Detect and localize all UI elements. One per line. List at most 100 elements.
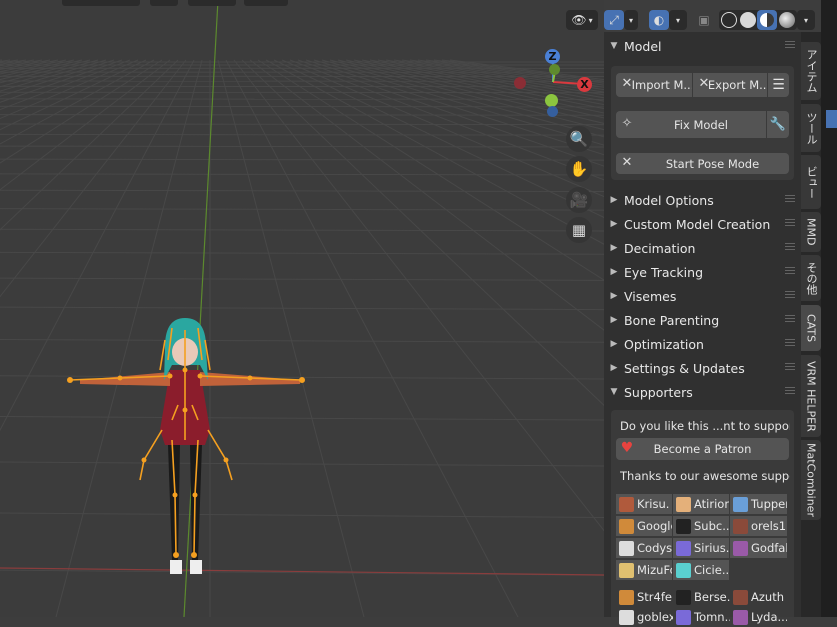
supporter-button[interactable]: Godfall [730,538,787,558]
fix-model-button[interactable]: ✧Fix Model [616,111,766,138]
zoom-button[interactable]: 🔍 [566,126,592,152]
panel-header[interactable]: ▶Bone Parenting [604,309,801,331]
overlay-dropdown[interactable]: ▾ [669,10,687,30]
grid-line [338,60,604,617]
sidebar-tab[interactable]: ツール [801,104,821,152]
gizmo-dropdown[interactable]: ▾ [624,10,638,30]
perspective-toggle-button[interactable]: ▦ [566,217,592,243]
supporter-name: Lyda... [751,610,787,624]
supporter-button[interactable]: Subc... [673,516,729,536]
camera-view-button[interactable]: 🎥 [566,187,592,213]
drag-handle-icon[interactable] [785,195,795,204]
model-menu-button[interactable]: ☰ [768,73,789,97]
supporter-avatar [676,497,691,512]
drag-handle-icon[interactable] [785,219,795,228]
supporter-button[interactable]: Sirius... [673,538,729,558]
model-panel-header[interactable]: ▼ Model [604,35,801,57]
drag-handle-icon[interactable] [785,315,795,324]
supporter-button[interactable]: Krisu. [616,494,672,514]
panel-header[interactable]: ▶Eye Tracking [604,261,801,283]
gizmo-z-axis[interactable]: Z [545,49,560,64]
grid-line [0,60,42,617]
visibility-icon: 👁 [571,13,586,27]
sidebar-tab[interactable]: VRM HELPER [801,355,821,437]
drag-handle-icon[interactable] [785,363,795,372]
shading-dropdown[interactable]: ▾ [797,10,815,30]
panel-title: Decimation [624,241,695,256]
overlay-toggle-button[interactable]: ◐ [649,10,669,30]
supporter-button[interactable]: MizuFo [616,560,672,580]
drag-handle-icon[interactable] [785,387,795,396]
supporter-button[interactable]: Berse... [673,587,730,607]
drag-handle-icon[interactable] [785,339,795,348]
visibility-dropdown[interactable]: 👁▾ [566,10,598,30]
panel-header[interactable]: ▶Custom Model Creation [604,213,801,235]
gizmo-toggle-icon: ⤢ [609,13,619,28]
header-menu-stub[interactable] [150,0,178,6]
drag-handle-icon[interactable] [785,41,795,50]
supporter-name: Str4fe [637,590,672,604]
supporter-button[interactable]: Lyda... [730,607,787,627]
supporter-name: Sirius... [694,541,729,555]
header-menu-stub[interactable] [188,0,236,6]
character-model[interactable] [60,310,320,585]
gizmo-neg-x-axis[interactable] [514,77,526,89]
supporter-button[interactable]: Tomn... [673,607,730,627]
rendered-shading-icon[interactable] [779,12,795,28]
drag-handle-icon[interactable] [785,291,795,300]
material-shading-button[interactable] [757,10,777,30]
panel-header[interactable]: ▶Visemes [604,285,801,307]
sidebar-tab[interactable]: CATS [801,305,821,351]
supporter-name: Godfall [751,541,787,555]
solid-shading-icon[interactable] [740,12,756,28]
active-property-tab[interactable] [826,110,837,128]
start-pose-mode-button[interactable]: ✕Start Pose Mode [616,153,789,174]
supporter-button[interactable]: Azuth [730,587,787,607]
supporters-panel-title: Supporters [624,385,693,400]
supporter-button[interactable]: Cicie... [673,560,729,580]
wireframe-shading-icon[interactable] [721,12,737,28]
header-menu-stub[interactable] [244,0,288,6]
supporter-button[interactable]: Google [616,516,672,536]
supporter-button[interactable]: orels1 [730,516,787,536]
panel-header[interactable]: ▶Settings & Updates [604,357,801,379]
fix-model-settings-button[interactable]: 🔧 [767,111,789,138]
gizmo-neg-y-axis[interactable] [549,64,560,75]
sidebar-tab[interactable]: MatCombiner [801,440,821,520]
supporter-avatar [619,497,634,512]
pan-button[interactable]: ✋ [566,156,592,182]
collapsed-arrow-icon: ▶ [604,339,624,349]
panel-header[interactable]: ▶Decimation [604,237,801,259]
menu-icon: ☰ [772,77,785,93]
expanded-arrow-icon: ▼ [604,41,624,51]
import-model-button[interactable]: ✕Import M... [616,73,692,97]
header-menu-stub[interactable] [62,0,140,6]
supporters-panel-header[interactable]: ▼ Supporters [604,381,801,403]
drag-handle-icon[interactable] [785,243,795,252]
supporter-name: Atirion [694,497,729,511]
drag-handle-icon[interactable] [785,267,795,276]
become-patron-button[interactable]: ♥Become a Patron [616,438,789,460]
grid-line [0,252,604,254]
panel-header[interactable]: ▶Optimization [604,333,801,355]
sidebar-tab[interactable]: アイテム [801,42,821,100]
gizmo-neg-z-axis[interactable] [547,106,558,117]
gizmo-x-axis[interactable]: X [577,77,592,92]
supporter-button[interactable]: Tupper [730,494,787,514]
sidebar-tab[interactable]: ビュー [801,155,821,209]
supporter-button[interactable]: Str4fe [616,587,673,607]
collapsed-arrow-icon: ▶ [604,363,624,373]
pose-icon: ✕ [619,155,635,171]
sidebar-tab[interactable]: その他 [801,255,821,301]
supporter-button[interactable]: goblex [616,607,673,627]
supporter-button[interactable]: Atirion [673,494,729,514]
gizmo-toggle-button[interactable]: ⤢ [604,10,624,30]
supporter-name: Cicie... [694,563,729,577]
supporter-button[interactable]: Codys [616,538,672,558]
panel-header[interactable]: ▶Model Options [604,189,801,211]
sidebar-tab[interactable]: MMD [801,212,821,252]
export-model-button[interactable]: ✕Export M... [693,73,767,97]
xray-toggle-button[interactable]: ▣ [694,10,714,30]
xray-icon: ▣ [698,13,709,27]
panel-title: Model Options [624,193,714,208]
